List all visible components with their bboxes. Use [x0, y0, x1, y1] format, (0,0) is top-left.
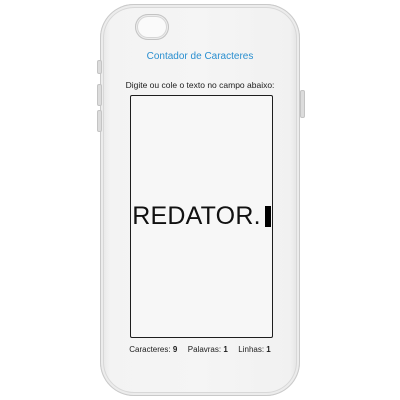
typed-text: REDATOR. — [132, 202, 261, 230]
instruction-text: Digite ou cole o texto no campo abaixo: — [125, 80, 275, 90]
stats-bar: Caracteres: 9 Palavras: 1 Linhas: 1 — [0, 345, 400, 354]
lines-label: Linhas: — [238, 345, 265, 354]
app-title: Contador de Caracteres — [146, 51, 254, 62]
words-count: 1 — [223, 345, 228, 354]
lines-count: 1 — [266, 345, 271, 354]
characters-label: Caracteres: — [129, 345, 171, 354]
text-input-area[interactable]: REDATOR. — [130, 95, 273, 338]
typed-content: REDATOR. — [132, 202, 271, 231]
camera-icon — [135, 14, 169, 40]
page: Contador de Caracteres Digite ou cole o … — [0, 0, 400, 400]
power-button — [300, 90, 305, 118]
text-cursor — [264, 206, 271, 227]
volume-down-button — [97, 110, 102, 132]
words-label: Palavras: — [187, 345, 222, 354]
mute-switch — [97, 60, 102, 74]
characters-count: 9 — [172, 345, 178, 354]
